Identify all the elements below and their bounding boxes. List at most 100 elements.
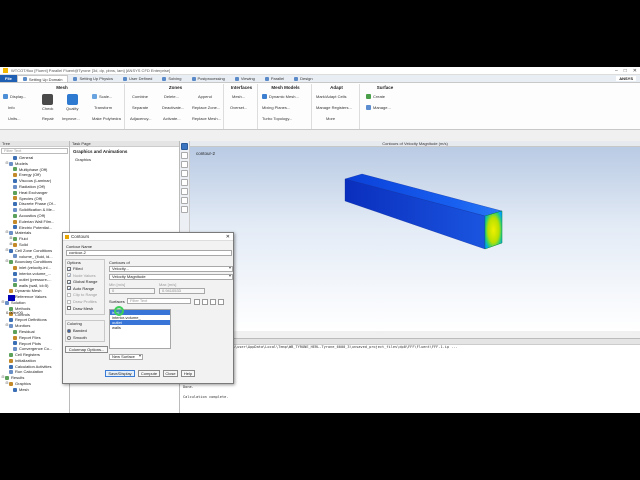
option-checkbox[interactable]: ✓ Global Range: [67, 279, 97, 284]
mesh-info-button[interactable]: Info: [8, 105, 15, 110]
checkbox-box[interactable]: [67, 299, 71, 304]
zones-activate-button[interactable]: Activate...: [163, 116, 181, 121]
option-checkbox[interactable]: Draw Mesh: [67, 306, 93, 311]
zoom-tool-icon[interactable]: [181, 170, 188, 177]
save-display-button[interactable]: Save/Display: [105, 370, 135, 377]
console-panel[interactable]: Console Writing data to C:\Users\user\Ap…: [180, 338, 640, 413]
mesh-units-button[interactable]: Units...: [8, 116, 20, 121]
surface-list-item[interactable]: walls: [110, 325, 170, 330]
minimize-button[interactable]: –: [615, 68, 618, 74]
zones-adjacency-button[interactable]: Adjacency...: [130, 116, 152, 121]
contours-subfield-select[interactable]: Velocity Magnitude: [109, 274, 233, 280]
option-checkbox[interactable]: ✓ Node Values: [67, 273, 96, 278]
mesh-quality-button[interactable]: Quality: [66, 94, 78, 111]
zones-deactivate-button[interactable]: Deactivate...: [162, 105, 184, 110]
max-value-field[interactable]: 0.9410533: [159, 288, 205, 294]
task-page-title: Graphics and Animations: [73, 149, 128, 154]
surface-create-button[interactable]: Create: [366, 94, 385, 99]
zones-separate-button[interactable]: Separate: [132, 105, 148, 110]
group-by-type-icon[interactable]: [218, 299, 224, 305]
adapt-more-button[interactable]: More: [326, 116, 335, 121]
checkbox-box[interactable]: ✓: [67, 286, 71, 291]
tab-user-defined[interactable]: User Defined: [118, 75, 157, 82]
radio-dot[interactable]: [67, 335, 71, 340]
interfaces-mesh-button[interactable]: Mesh...: [232, 94, 245, 99]
select-all-icon[interactable]: [194, 299, 200, 305]
radio-dot[interactable]: [67, 328, 71, 333]
isometric-view-icon[interactable]: [181, 197, 188, 204]
deselect-all-icon[interactable]: [202, 299, 208, 305]
graphics-list-item[interactable]: Graphics: [70, 156, 179, 163]
tree-item[interactable]: Mesh: [0, 387, 69, 393]
replace-zone-button[interactable]: Replace Zone...: [192, 105, 220, 110]
replace-mesh-button[interactable]: Replace Mesh...: [192, 116, 221, 121]
contours-of-select[interactable]: Velocity...: [109, 266, 233, 272]
tree-item-label: Mesh: [19, 386, 29, 392]
surfaces-filter-input[interactable]: Filter Text: [127, 298, 191, 304]
coloring-radio[interactable]: Banded: [67, 328, 87, 333]
checkbox-box[interactable]: [67, 292, 71, 297]
tab-design[interactable]: Design: [289, 75, 317, 82]
zones-combine-button[interactable]: Combine: [132, 94, 148, 99]
zoom-box-icon[interactable]: [181, 179, 188, 186]
graphics-viewport[interactable]: Contours of Velocity Magnitude (m/s) con…: [190, 141, 640, 331]
button-label: Adjacency...: [130, 116, 152, 121]
tab-file[interactable]: File: [0, 75, 17, 82]
dialog-close-icon[interactable]: ✕: [226, 233, 230, 241]
help-button[interactable]: Help: [181, 370, 195, 377]
pan-tool-icon[interactable]: [181, 161, 188, 168]
contour-name-input[interactable]: contour-2: [66, 250, 232, 256]
mesh-repair-button[interactable]: Repair: [42, 116, 54, 121]
option-checkbox[interactable]: ✓ Filled: [67, 266, 83, 271]
checkbox-box[interactable]: ✓: [67, 279, 71, 284]
compute-button[interactable]: Compute: [138, 370, 160, 377]
maximize-button[interactable]: □: [624, 68, 627, 74]
tree-filter-input[interactable]: Filter Text: [1, 148, 68, 154]
dynamic-mesh-button[interactable]: Dynamic Mesh...: [262, 94, 299, 99]
button-label: Check: [42, 106, 54, 111]
button-label: Scale...: [99, 94, 113, 99]
interfaces-overset-button[interactable]: Overset...: [230, 105, 247, 110]
select-tool-icon[interactable]: [181, 143, 188, 150]
tab-solving[interactable]: Solving: [157, 75, 186, 82]
tab-setting-up-physics[interactable]: Setting Up Physics: [68, 75, 118, 82]
tree-node-icon: [5, 300, 9, 305]
mesh-scale-button[interactable]: Scale...: [92, 94, 112, 99]
mesh-display-button[interactable]: Display...: [3, 94, 26, 99]
coloring-radio[interactable]: Smooth: [67, 335, 87, 340]
rotate-tool-icon[interactable]: [181, 152, 188, 159]
option-checkbox[interactable]: ✓ Auto Range: [67, 286, 94, 291]
tab-viewing[interactable]: Viewing: [230, 75, 260, 82]
invert-selection-icon[interactable]: [210, 299, 216, 305]
tree-node-icon: [13, 335, 17, 340]
surface-manage-button[interactable]: Manage...: [366, 105, 391, 110]
group-title: Mesh Models: [271, 85, 300, 90]
mesh-check-button[interactable]: Check: [42, 94, 53, 111]
mesh-transform-button[interactable]: Transform: [94, 105, 112, 110]
view-options-icon[interactable]: [181, 206, 188, 213]
checkbox-box[interactable]: ✓: [67, 266, 71, 271]
option-checkbox[interactable]: Clip to Range: [67, 292, 97, 297]
close-window-button[interactable]: ✕: [633, 68, 637, 74]
new-surface-select[interactable]: New Surface: [109, 354, 143, 360]
make-polyhedra-button[interactable]: Make Polyhedra: [92, 116, 121, 121]
mark-adapt-cells-button[interactable]: Mark/Adapt Cells: [316, 94, 346, 99]
zones-delete-button[interactable]: Delete...: [164, 94, 179, 99]
tab-parallel[interactable]: Parallel: [260, 75, 289, 82]
option-checkbox[interactable]: Draw Profiles: [67, 299, 97, 304]
checkbox-box[interactable]: ✓: [67, 273, 71, 278]
tab-postprocessing[interactable]: Postprocessing: [187, 75, 230, 82]
tab-setting-up-domain[interactable]: Setting Up Domain: [16, 75, 69, 82]
fit-to-window-icon[interactable]: [181, 188, 188, 195]
close-button[interactable]: Close: [163, 370, 178, 377]
mixing-planes-button[interactable]: Mixing Planes...: [262, 105, 290, 110]
manage-registers-button[interactable]: Manage Registers...: [316, 105, 352, 110]
mesh-improve-button[interactable]: Improve...: [62, 116, 80, 121]
button-label: Replace Zone...: [192, 105, 221, 110]
app-logo-icon: [3, 68, 8, 73]
checkbox-box[interactable]: [67, 306, 71, 311]
zones-append-button[interactable]: Append: [198, 94, 212, 99]
turbo-topology-button[interactable]: Turbo Topology...: [262, 116, 292, 121]
colormap-options-button[interactable]: Colormap Options...: [65, 346, 108, 353]
min-value-field[interactable]: 0: [109, 288, 155, 294]
